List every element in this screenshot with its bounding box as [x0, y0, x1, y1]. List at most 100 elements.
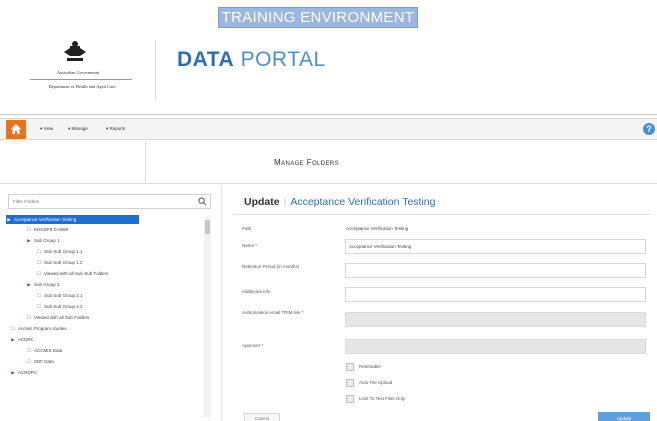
tree-item[interactable]: ▶ Acceptance Verification Testing [6, 215, 139, 224]
tree-item-label: SDF Data [34, 359, 54, 364]
document-icon: ☐ [36, 293, 42, 298]
document-icon: ☐ [26, 227, 32, 232]
checkbox-label: Limit To Text Files Only [359, 396, 406, 402]
document-icon: ☐ [26, 348, 32, 353]
divider [233, 214, 651, 215]
update-folder-form: Update | Acceptance Verification Testing P… [223, 186, 657, 421]
form-header-action: Update [244, 196, 280, 208]
search-icon[interactable] [198, 197, 207, 206]
approver-field[interactable] [345, 339, 646, 354]
page-header: Australian Government Department of Heal… [0, 0, 657, 118]
tree-item-label: Viewed with all Sub Sub Folders [44, 271, 109, 276]
authorisation-email-label: Authorisation email TRIM link * [242, 310, 304, 315]
help-icon[interactable]: ? [643, 123, 655, 135]
portal-logo-bold: DATA [177, 48, 235, 71]
tree-item-label: Acceptance Verification Testing [14, 217, 77, 222]
folder-sidebar: ▶Acceptance Verification Testing ☐EDGDF8… [0, 186, 222, 421]
tree-item-label: Sub Group 1 [34, 238, 60, 243]
limit-text-files-checkbox-row[interactable]: Limit To Text Files Only [346, 395, 405, 403]
tree-item[interactable]: ▶ Sub Group 2 [26, 280, 60, 289]
tree-item[interactable]: ☐ Viewed with all Sub Folders [26, 313, 89, 322]
folder-icon: ▶ [27, 282, 31, 287]
scrollbar-thumb[interactable] [205, 220, 210, 234]
folder-icon: ▶ [27, 238, 31, 243]
tree-item[interactable]: ☐ Sub Sub Group 1.1 [36, 247, 83, 256]
name-label: Name * [242, 243, 258, 248]
retentable-checkbox-row[interactable]: Retentable [346, 363, 381, 371]
tree-item-label: EDGDF8 D-5080 [34, 227, 69, 232]
tree-item-label: ACRDPC [18, 370, 38, 375]
form-header-separator: | [283, 196, 287, 208]
folder-icon: ▶ [11, 337, 15, 342]
filter-folders-box [8, 194, 211, 209]
path-label: Path [242, 226, 252, 231]
department-name: Department of Health and Aged Care [48, 84, 116, 89]
tree-item-label: Access Program studies [18, 326, 67, 331]
auto-file-upload-checkbox-row[interactable]: Auto File Upload [346, 379, 392, 387]
document-icon: ☐ [10, 326, 16, 331]
approver-label: Approver * [242, 343, 264, 348]
tree-item[interactable]: ☐ EDGDF8 D-5080 [26, 225, 68, 234]
home-icon [11, 124, 21, 134]
tree-item-label: ACDRC [18, 337, 35, 342]
retention-period-field[interactable] [345, 263, 646, 278]
tree-item[interactable]: ▶ ACDRC [10, 335, 34, 344]
nav-reports[interactable]: ▾ Reports [106, 126, 125, 132]
additional-info-label: Additional Info [242, 289, 271, 294]
folder-icon: ▶ [11, 370, 15, 375]
filter-folders-input[interactable] [9, 195, 189, 208]
additional-info-field[interactable] [345, 287, 646, 302]
crest-icon [64, 41, 86, 61]
tree-item-label: Sub Sub Group 2.2 [44, 304, 83, 309]
page-title: Manage Folders [274, 158, 340, 167]
tree-item-label: Sub Sub Group 2.1 [44, 293, 83, 298]
tree-item[interactable]: ☐ ACCMIS Data [26, 346, 62, 355]
divider [0, 114, 657, 115]
divider [30, 79, 132, 80]
divider [155, 40, 156, 100]
tree-item[interactable]: ☐ SDF Data [26, 357, 54, 366]
path-value: Acceptance Verification Testing [346, 226, 409, 231]
document-icon: ☐ [36, 260, 42, 265]
tree-item-label: Sub Group 2 [34, 282, 60, 287]
portal-logo-light: PORTAL [240, 48, 326, 71]
auto-file-upload-checkbox[interactable] [346, 379, 354, 387]
form-header-folder-name: Acceptance Verification Testing [290, 196, 436, 208]
main-navbar: ▾ View ▾ Manage ▾ Reports ? [0, 118, 657, 140]
limit-text-files-checkbox[interactable] [346, 395, 354, 403]
document-icon: ☐ [26, 359, 32, 364]
title-bar: Manage Folders [0, 141, 657, 184]
update-button[interactable]: Update [598, 412, 650, 421]
divider [145, 141, 146, 184]
checkbox-label: Auto File Upload [359, 380, 393, 386]
tree-item-label: ACCMIS Data [34, 348, 63, 353]
tree-item[interactable]: ☐ Sub Sub Group 2.2 [36, 302, 83, 311]
tree-item-label: Viewed with all Sub Folders [34, 315, 90, 320]
tree-item[interactable]: ☐ Sub Sub Group 2.1 [36, 291, 83, 300]
nav-view[interactable]: ▾ View [40, 126, 53, 132]
form-header: Update | Acceptance Verification Testing [244, 196, 435, 208]
portal-logo[interactable]: DATA PORTAL [177, 48, 326, 72]
sidebar-scrollbar[interactable] [204, 217, 211, 417]
authorisation-email-field[interactable] [345, 312, 646, 327]
retention-period-label: Retention Period (in months) [242, 264, 300, 269]
document-icon: ☐ [36, 249, 42, 254]
government-name: Australian Government [56, 70, 100, 75]
nav-manage[interactable]: ▾ Manage [68, 126, 88, 132]
folder-icon: ▶ [7, 217, 11, 222]
name-field[interactable]: Acceptance Verification Testing [345, 239, 646, 254]
document-icon: ☐ [36, 271, 42, 276]
tree-item[interactable]: ▶ ACRDPC [10, 368, 37, 377]
tree-item[interactable]: ☐ Access Program studies [10, 324, 67, 333]
document-icon: ☐ [26, 315, 32, 320]
tree-item[interactable]: ▶ Sub Group 1 [26, 236, 60, 245]
checkbox-label: Retentable [359, 364, 381, 370]
document-icon: ☐ [36, 304, 42, 309]
tree-item-label: Sub Sub Group 1.2 [44, 260, 83, 265]
tree-item[interactable]: ☐ Viewed with all Sub Sub Folders [36, 269, 108, 278]
cancel-button[interactable]: Cancel [244, 413, 280, 421]
retentable-checkbox[interactable] [346, 363, 354, 371]
home-button[interactable] [6, 120, 26, 139]
tree-item[interactable]: ☐ Sub Sub Group 1.2 [36, 258, 83, 267]
tree-item-label: Sub Sub Group 1.1 [44, 249, 83, 254]
